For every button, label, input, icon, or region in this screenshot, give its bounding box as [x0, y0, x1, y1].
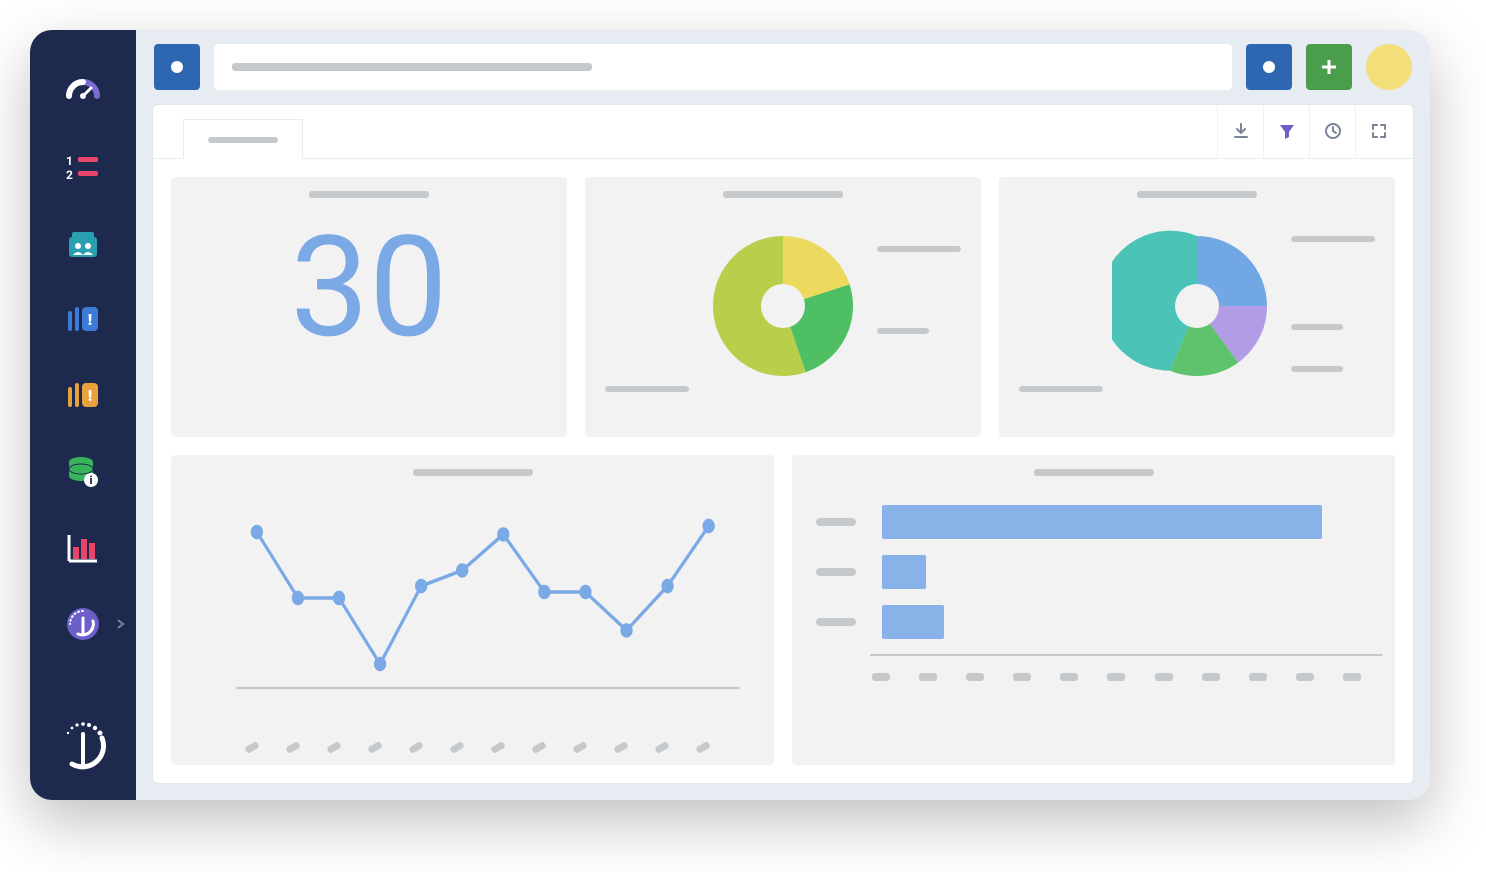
- content-card: 30: [152, 104, 1414, 784]
- alert-bars-orange-icon: !: [66, 381, 100, 411]
- filter-button[interactable]: [1263, 104, 1309, 158]
- download-icon: [1232, 122, 1250, 140]
- toolbar-actions: [1217, 104, 1401, 158]
- svg-text:1: 1: [66, 154, 73, 168]
- bar-chart-icon: [67, 533, 99, 563]
- bar-fill: [882, 505, 1322, 539]
- legend-item: [1291, 324, 1343, 330]
- svg-text:!: !: [88, 386, 92, 405]
- chevron-right-icon: [117, 619, 125, 629]
- sidebar-item-list[interactable]: 1 2: [61, 146, 105, 190]
- main-area: 30: [136, 30, 1430, 800]
- legend-item: [877, 328, 929, 334]
- sidebar-item-alerts-orange[interactable]: !: [61, 374, 105, 418]
- bar-row: [816, 552, 1371, 592]
- panel-pie1-title: [723, 191, 843, 198]
- legend-right: [1291, 236, 1375, 372]
- gauge-icon: [65, 74, 101, 110]
- panel-line-title: [413, 469, 533, 476]
- panel-line[interactable]: [171, 455, 774, 765]
- legend-left: [605, 386, 689, 392]
- bar-axis: [870, 653, 1395, 667]
- bar-fill: [882, 605, 944, 639]
- sidebar-item-people[interactable]: [61, 222, 105, 266]
- svg-text:!: !: [88, 310, 92, 329]
- donut-chart-1: [698, 221, 868, 391]
- clock-icon: [1324, 122, 1342, 140]
- bar-fill: [882, 555, 926, 589]
- panel-kpi-title: [309, 191, 429, 198]
- line-x-ticks: [185, 740, 760, 751]
- topbar: [136, 30, 1430, 104]
- legend-item: [1291, 236, 1375, 242]
- filter-icon: [1278, 122, 1296, 140]
- alert-bars-blue-icon: !: [66, 305, 100, 335]
- legend-left: [1019, 386, 1103, 392]
- sidebar-item-database[interactable]: i: [61, 450, 105, 494]
- expand-icon: [1370, 122, 1388, 140]
- line-chart: [185, 484, 760, 736]
- add-button[interactable]: [1306, 44, 1352, 90]
- legend-right: [877, 246, 961, 334]
- legend-item: [1291, 366, 1343, 372]
- panel-pie1[interactable]: [585, 177, 981, 437]
- plus-icon: [1319, 57, 1339, 77]
- brand-logo-icon: [58, 720, 108, 770]
- tab-label: [208, 137, 278, 143]
- tab-active[interactable]: [183, 119, 303, 159]
- kpi-value: 30: [185, 218, 553, 358]
- sidebar-logo[interactable]: [58, 720, 108, 770]
- download-button[interactable]: [1217, 104, 1263, 158]
- svg-text:2: 2: [66, 168, 73, 182]
- dot-icon: [1260, 58, 1278, 76]
- app-circle-icon: [66, 607, 100, 641]
- content-toolbar: [153, 105, 1413, 159]
- menu-button[interactable]: [154, 44, 200, 90]
- bar-row: [816, 502, 1371, 542]
- sidebar-item-dashboard[interactable]: [61, 70, 105, 114]
- search-placeholder-text: [232, 63, 592, 71]
- dot-icon: [168, 58, 186, 76]
- database-info-icon: i: [67, 456, 99, 488]
- svg-text:i: i: [89, 474, 92, 487]
- sidebar-item-app[interactable]: [61, 602, 105, 646]
- panel-pie2[interactable]: [999, 177, 1395, 437]
- sidebar: 1 2 !: [30, 30, 136, 800]
- sidebar-item-alerts-blue[interactable]: !: [61, 298, 105, 342]
- bar-label: [816, 568, 856, 576]
- avatar[interactable]: [1366, 44, 1412, 90]
- app-window: 1 2 !: [30, 30, 1430, 800]
- actions-button[interactable]: [1246, 44, 1292, 90]
- panel-pie2-title: [1137, 191, 1257, 198]
- panel-kpi[interactable]: 30: [171, 177, 567, 437]
- bar-label: [816, 618, 856, 626]
- panel-bars-title: [1034, 469, 1154, 476]
- dashboard-grid: 30: [153, 159, 1413, 783]
- bar-label: [816, 518, 856, 526]
- bar-row: [816, 602, 1371, 642]
- search-input[interactable]: [214, 44, 1232, 90]
- sidebar-item-chart[interactable]: [61, 526, 105, 570]
- numbered-list-icon: 1 2: [66, 153, 100, 183]
- bars-x-ticks: [816, 671, 1371, 681]
- time-button[interactable]: [1309, 104, 1355, 158]
- fullscreen-button[interactable]: [1355, 104, 1401, 158]
- donut-chart-2: [1112, 221, 1282, 391]
- legend-item: [605, 386, 689, 392]
- panel-bars[interactable]: [792, 455, 1395, 765]
- legend-item: [877, 246, 961, 252]
- people-jar-icon: [66, 229, 100, 259]
- legend-item: [1019, 386, 1103, 392]
